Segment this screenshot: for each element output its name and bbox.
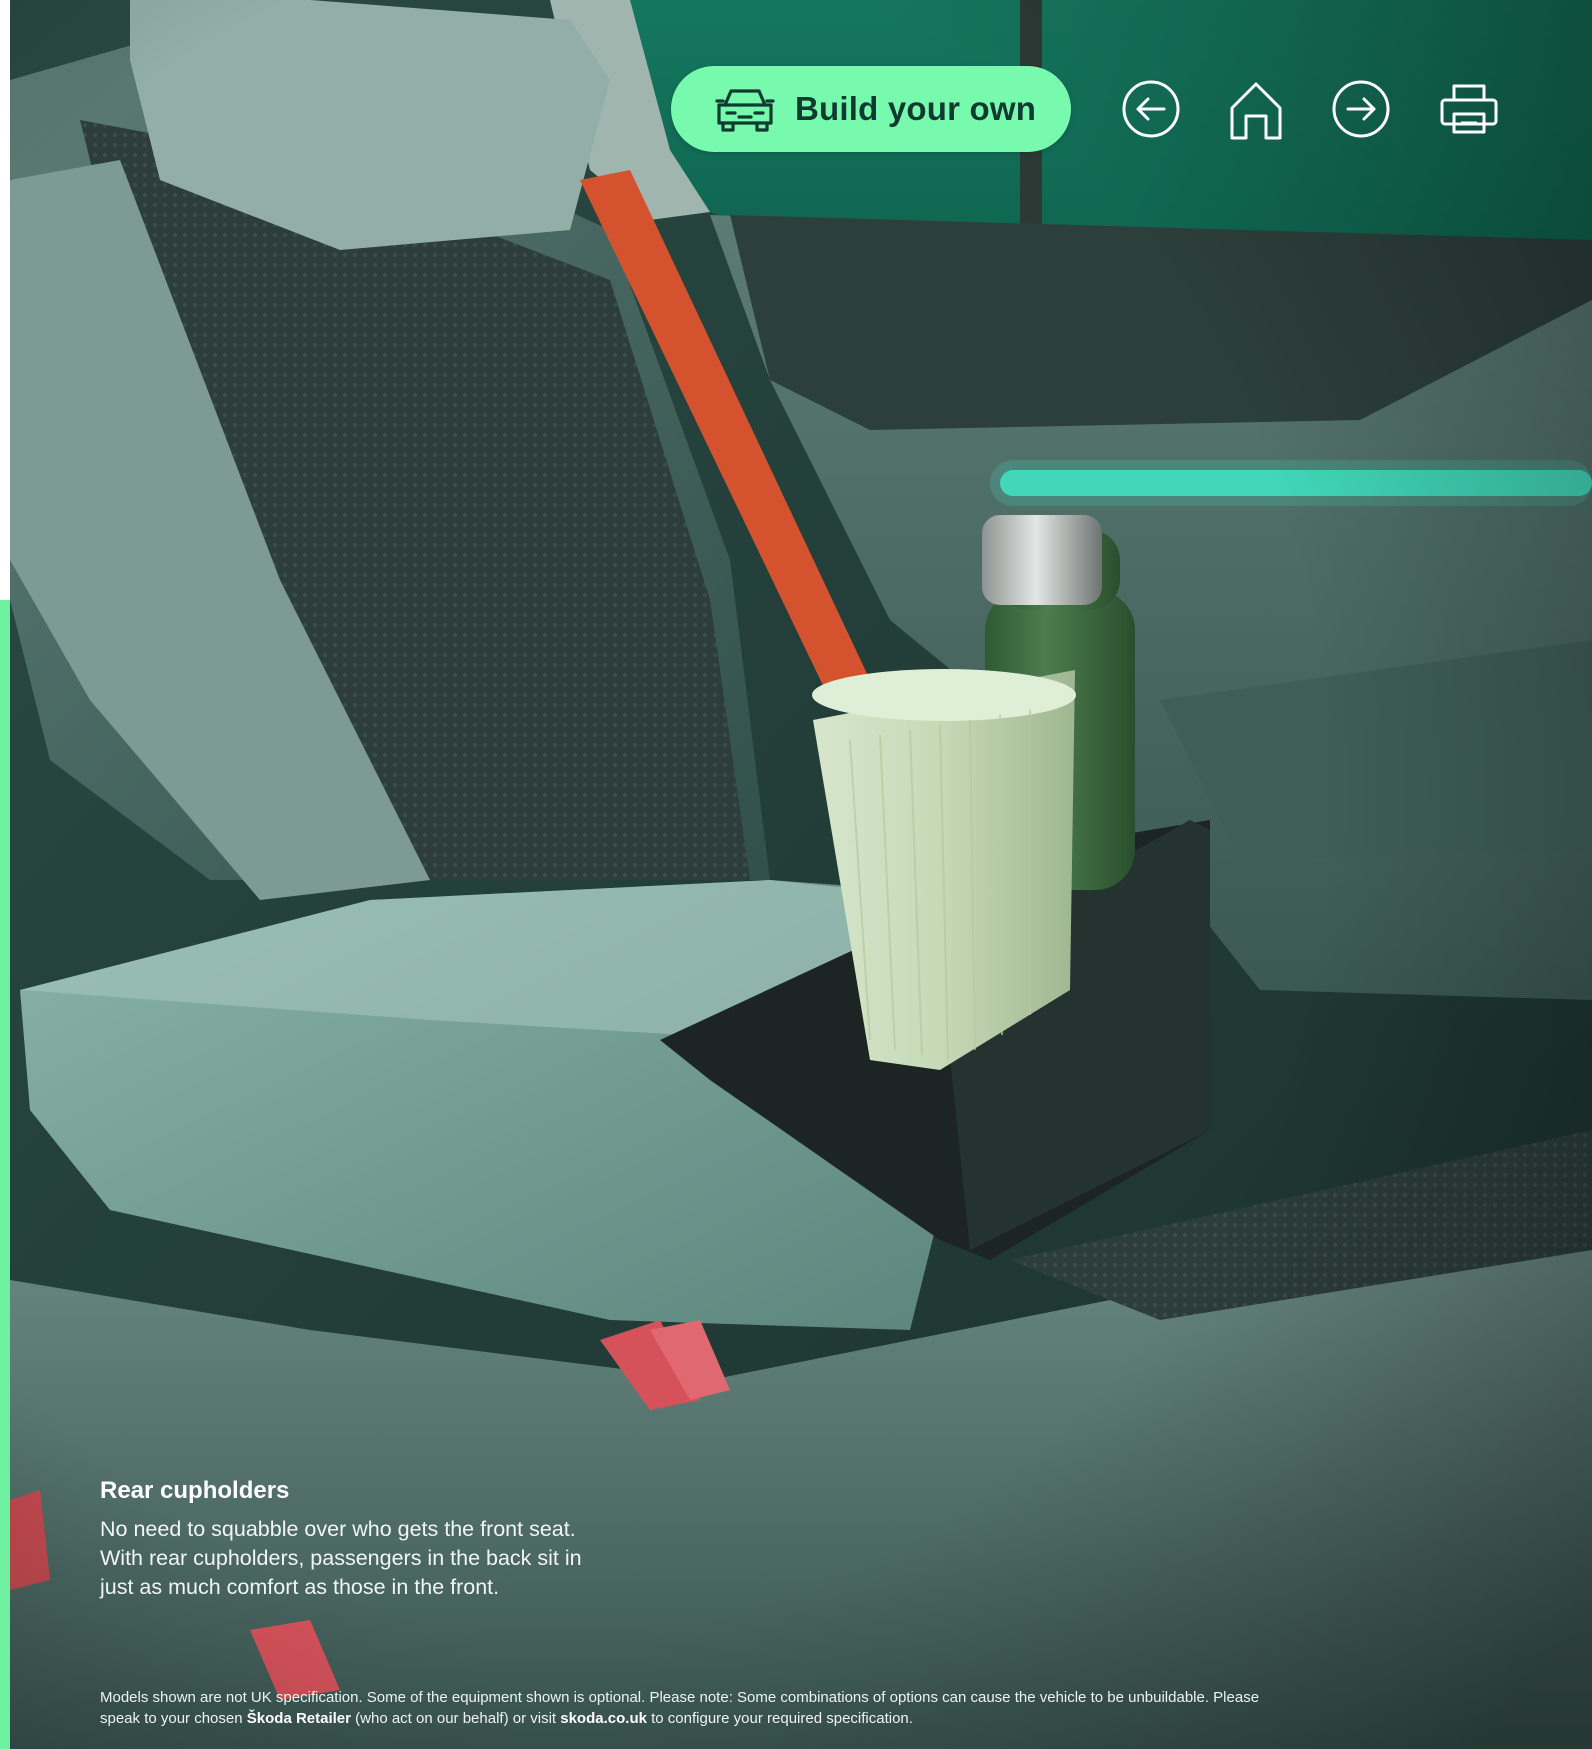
arrow-right-icon — [1332, 80, 1390, 138]
build-your-own-label: Build your own — [795, 90, 1037, 127]
print-button[interactable] — [1438, 78, 1500, 140]
arrow-left-icon — [1122, 80, 1180, 138]
home-button[interactable] — [1225, 78, 1287, 140]
top-toolbar: Build your own — [0, 0, 1592, 180]
feature-description-line-2: With rear cupholders, passengers in the … — [100, 1546, 582, 1570]
feature-title: Rear cupholders — [100, 1477, 290, 1504]
retailer-link[interactable]: Škoda Retailer — [247, 1710, 351, 1727]
brochure-page: Build your own Rear cupholders No need t… — [0, 0, 1592, 1749]
home-icon — [1230, 82, 1282, 140]
back-button[interactable] — [1120, 78, 1182, 140]
car-front-icon — [715, 89, 775, 132]
build-your-own-button[interactable]: Build your own — [671, 66, 1071, 152]
feature-description-line-3: just as much comfort as those in the fro… — [100, 1575, 500, 1599]
feature-description: No need to squabble over who gets the fr… — [100, 1515, 660, 1602]
feature-caption: Rear cupholders No need to squabble over… — [100, 1477, 660, 1602]
feature-description-line-1: No need to squabble over who gets the fr… — [100, 1517, 576, 1541]
disclaimer-part-2: (who act on our behalf) or visit — [350, 1710, 561, 1727]
printer-icon — [1440, 84, 1498, 134]
forward-button[interactable] — [1330, 78, 1392, 140]
website-link[interactable]: skoda.co.uk — [560, 1710, 647, 1727]
page-edge-strip — [0, 0, 10, 1749]
disclaimer-text: Models shown are not UK specification. S… — [100, 1687, 1260, 1729]
disclaimer-part-3: to configure your required specification… — [646, 1710, 913, 1727]
